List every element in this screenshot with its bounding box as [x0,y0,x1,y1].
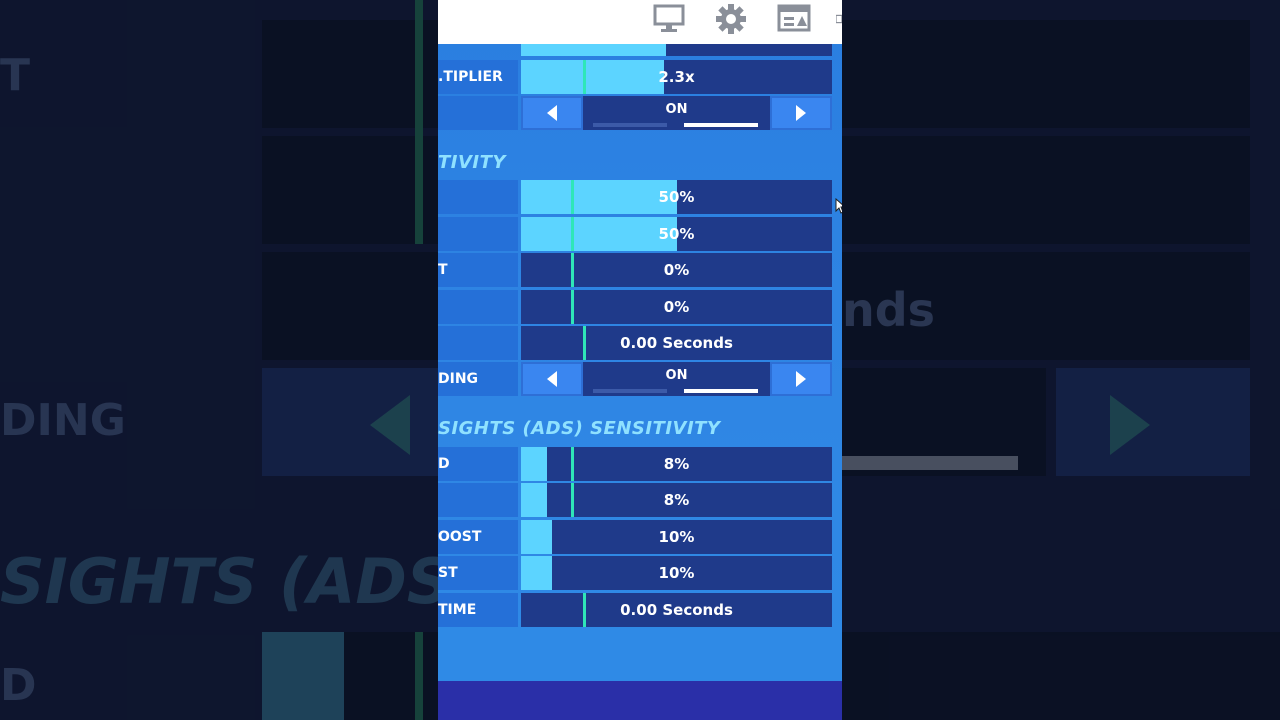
row-label: OOST [438,520,518,554]
ads-row[interactable]: TIME 0.00 Seconds [438,593,842,627]
row-label: D [438,447,518,481]
row-label [438,217,518,251]
ads-slider[interactable]: 0.00 Seconds [521,593,832,627]
row-label [438,180,518,214]
settings-panel: .TIPLIER 2.3x ON TIVITY 50% 50% T 0% 0% … [438,0,842,720]
slider-value: 0% [663,261,690,279]
toggle-value: ON [665,368,688,383]
mouse-cursor-icon [835,198,842,214]
row-label: ST [438,556,518,590]
toggle-track [593,389,667,393]
sens-row[interactable]: 50% [438,217,842,251]
row-label: TIME [438,593,518,627]
bottom-bar [438,681,842,720]
row-label [438,326,518,360]
toggle-prev-button[interactable] [521,362,583,396]
toggle-row-2: DING ON [438,362,842,396]
chevron-right-icon [796,105,806,121]
hud-layout-icon[interactable] [776,4,812,34]
ads-slider[interactable]: 10% [521,556,832,590]
ads-slider[interactable]: 8% [521,447,832,481]
toggle-prev-button[interactable] [521,96,583,130]
toggle-selector[interactable]: ON [521,362,832,396]
chevron-left-icon [547,105,557,121]
ads-slider[interactable]: 10% [521,520,832,554]
sens-slider[interactable]: 0% [521,253,832,287]
section-title-sensitivity: TIVITY [438,152,506,173]
top-tab-bar [438,0,842,44]
multiplier-slider[interactable]: 2.3x [521,60,832,94]
slider-value: 10% [658,528,695,546]
toggle-row-1: ON [438,96,842,130]
row-label [438,483,518,517]
sens-row[interactable]: 0% [438,290,842,324]
toggle-selector[interactable]: ON [521,96,832,130]
row-label: DING [438,362,518,396]
slider-value: 8% [663,455,690,473]
toggle-value: ON [665,102,688,117]
toggle-track [593,123,667,127]
monitor-icon[interactable] [652,4,686,34]
toggle-indicator [684,389,758,393]
slider-value: 0.00 Seconds [620,601,733,619]
ads-row[interactable]: OOST 10% [438,520,842,554]
sens-row[interactable]: T 0% [438,253,842,287]
slider-value: 8% [663,491,690,509]
sens-slider[interactable]: 50% [521,180,832,214]
slider-value: 0.00 Seconds [620,334,733,352]
sens-slider[interactable]: 0% [521,290,832,324]
sens-row[interactable]: 50% [438,180,842,214]
chevron-left-icon [547,371,557,387]
gear-icon[interactable] [714,4,748,34]
toggle-next-button[interactable] [770,96,832,130]
chevron-right-icon [796,371,806,387]
ads-row[interactable]: ST 10% [438,556,842,590]
slider-value: 0% [663,298,690,316]
multiplier-row[interactable]: .TIPLIER 2.3x [438,60,842,94]
ads-slider[interactable]: 8% [521,483,832,517]
row-label [438,290,518,324]
sens-slider[interactable]: 50% [521,217,832,251]
row-label [438,96,518,130]
partial-tab-icon[interactable] [836,4,842,34]
sens-slider[interactable]: 0.00 Seconds [521,326,832,360]
row-label: .TIPLIER [438,60,518,94]
ads-row[interactable]: D 8% [438,447,842,481]
clipped-row [438,44,842,56]
toggle-indicator [684,123,758,127]
toggle-next-button[interactable] [770,362,832,396]
row-label: T [438,253,518,287]
slider-value: 2.3x [658,68,695,86]
slider-value: 50% [658,188,695,206]
slider-value: 50% [658,225,695,243]
sens-row[interactable]: 0.00 Seconds [438,326,842,360]
slider-value: 10% [658,564,695,582]
section-title-ads: SIGHTS (ADS) SENSITIVITY [438,418,721,439]
ads-row[interactable]: 8% [438,483,842,517]
